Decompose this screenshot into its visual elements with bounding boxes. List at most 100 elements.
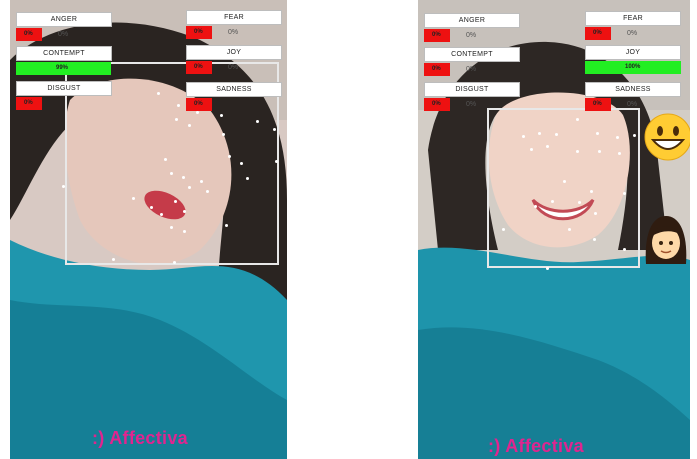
emotion-value: 0%	[593, 30, 602, 36]
emotion-disgust: DISGUST 0% 0%	[424, 82, 520, 111]
emotion-value-shadow: 0%	[466, 32, 477, 39]
landmark-point	[246, 177, 249, 180]
emotion-value-shadow: 0%	[627, 101, 638, 108]
emotion-bar: 99%	[16, 62, 112, 75]
landmark-point	[593, 238, 596, 241]
emotion-value: 0%	[432, 66, 441, 72]
face-bounding-box	[487, 108, 640, 268]
landmark-point	[222, 133, 225, 136]
landmark-point	[546, 267, 549, 270]
landmark-point	[228, 155, 231, 158]
landmark-point	[188, 124, 191, 127]
emotion-bar: 0% 0%	[16, 28, 112, 41]
emotion-value-shadow: 0%	[228, 29, 239, 36]
landmark-point	[623, 248, 626, 251]
landmark-point	[594, 212, 597, 215]
landmark-point	[576, 150, 579, 153]
landmark-point	[170, 172, 173, 175]
emotion-label: ANGER	[424, 13, 520, 28]
emotion-label: FEAR	[186, 10, 282, 25]
affectiva-logo: :) Affectiva	[92, 428, 188, 448]
landmark-point	[170, 226, 173, 229]
emotion-value-shadow: 0%	[228, 64, 239, 71]
emotion-value-shadow: 0%	[466, 101, 477, 108]
landmark-point	[160, 213, 163, 216]
emotion-bar: 0% 0%	[585, 98, 681, 111]
landmark-point	[598, 150, 601, 153]
landmark-point	[618, 152, 621, 155]
emotion-value: 0%	[24, 100, 33, 106]
emotion-label: SADNESS	[585, 82, 681, 97]
landmark-point	[273, 128, 276, 131]
landmark-point	[568, 228, 571, 231]
emotion-bar: 0% 0%	[424, 29, 520, 42]
emotion-value-shadow: 0%	[627, 30, 638, 37]
landmark-point	[576, 118, 579, 121]
camera-view-right: ANGER 0% 0% CONTEMPT 0% 0% DISGUST 0% 0%…	[418, 0, 690, 459]
emotion-bar: 0% 0%	[186, 26, 282, 39]
landmark-point	[200, 180, 203, 183]
landmark-point	[112, 258, 115, 261]
emotion-joy: JOY 100%	[585, 45, 681, 74]
landmark-point	[62, 185, 65, 188]
emotion-label: SADNESS	[186, 82, 282, 97]
emotion-joy: JOY 0% 0%	[186, 45, 282, 74]
emotion-label: DISGUST	[424, 82, 520, 97]
emotion-label: DISGUST	[16, 81, 112, 96]
emotion-value: 0%	[432, 101, 441, 107]
emotion-sadness: SADNESS 0%	[186, 82, 282, 111]
emotion-fear: FEAR 0% 0%	[186, 10, 282, 39]
landmark-point	[177, 104, 180, 107]
emotion-value: 0%	[593, 101, 602, 107]
emotion-fear: FEAR 0% 0%	[585, 11, 681, 40]
landmark-point	[157, 92, 160, 95]
landmark-point	[530, 148, 533, 151]
landmark-point	[551, 200, 554, 203]
landmark-point	[173, 261, 176, 264]
emotion-label: CONTEMPT	[424, 47, 520, 62]
landmark-point	[578, 201, 581, 204]
landmark-point	[175, 118, 178, 121]
landmark-point	[616, 136, 619, 139]
landmark-point	[555, 133, 558, 136]
landmark-point	[534, 205, 537, 208]
landmark-point	[502, 228, 505, 231]
emotion-label: JOY	[585, 45, 681, 60]
landmark-point	[206, 190, 209, 193]
emotion-bar: 0% 0%	[585, 27, 681, 40]
emotion-bar: 100%	[585, 61, 681, 74]
emotion-value: 0%	[194, 64, 203, 70]
woman-emoji	[645, 216, 687, 264]
landmark-point	[522, 135, 525, 138]
landmark-point	[164, 158, 167, 161]
emotion-contempt: CONTEMPT 0% 0%	[424, 47, 520, 76]
landmark-point	[633, 134, 636, 137]
landmark-point	[256, 120, 259, 123]
landmark-point	[590, 190, 593, 193]
landmark-point	[275, 160, 278, 163]
landmark-point	[132, 197, 135, 200]
landmark-point	[182, 176, 185, 179]
landmark-point	[563, 180, 566, 183]
landmark-point	[188, 186, 191, 189]
emotion-value: 0%	[432, 32, 441, 38]
landmark-point	[240, 162, 243, 165]
emotion-label: CONTEMPT	[16, 46, 112, 61]
emotion-value-shadow: 0%	[466, 66, 477, 73]
emotion-bar: 0%	[186, 98, 282, 111]
affectiva-logo: :) Affectiva	[488, 436, 584, 456]
emotion-anger: ANGER 0% 0%	[16, 12, 112, 41]
emotion-bar: 0% 0%	[424, 98, 520, 111]
emotion-bar: 0% 0%	[424, 63, 520, 76]
emotion-label: FEAR	[585, 11, 681, 26]
landmark-point	[150, 206, 153, 209]
landmark-point	[623, 192, 626, 195]
landmark-point	[174, 200, 177, 203]
landmark-point	[225, 224, 228, 227]
landmark-point	[538, 132, 541, 135]
landmark-point	[596, 132, 599, 135]
landmark-point	[220, 114, 223, 117]
emotion-sadness: SADNESS 0% 0%	[585, 82, 681, 111]
emotion-bar: 0% 0%	[186, 61, 282, 74]
landmark-point	[546, 145, 549, 148]
